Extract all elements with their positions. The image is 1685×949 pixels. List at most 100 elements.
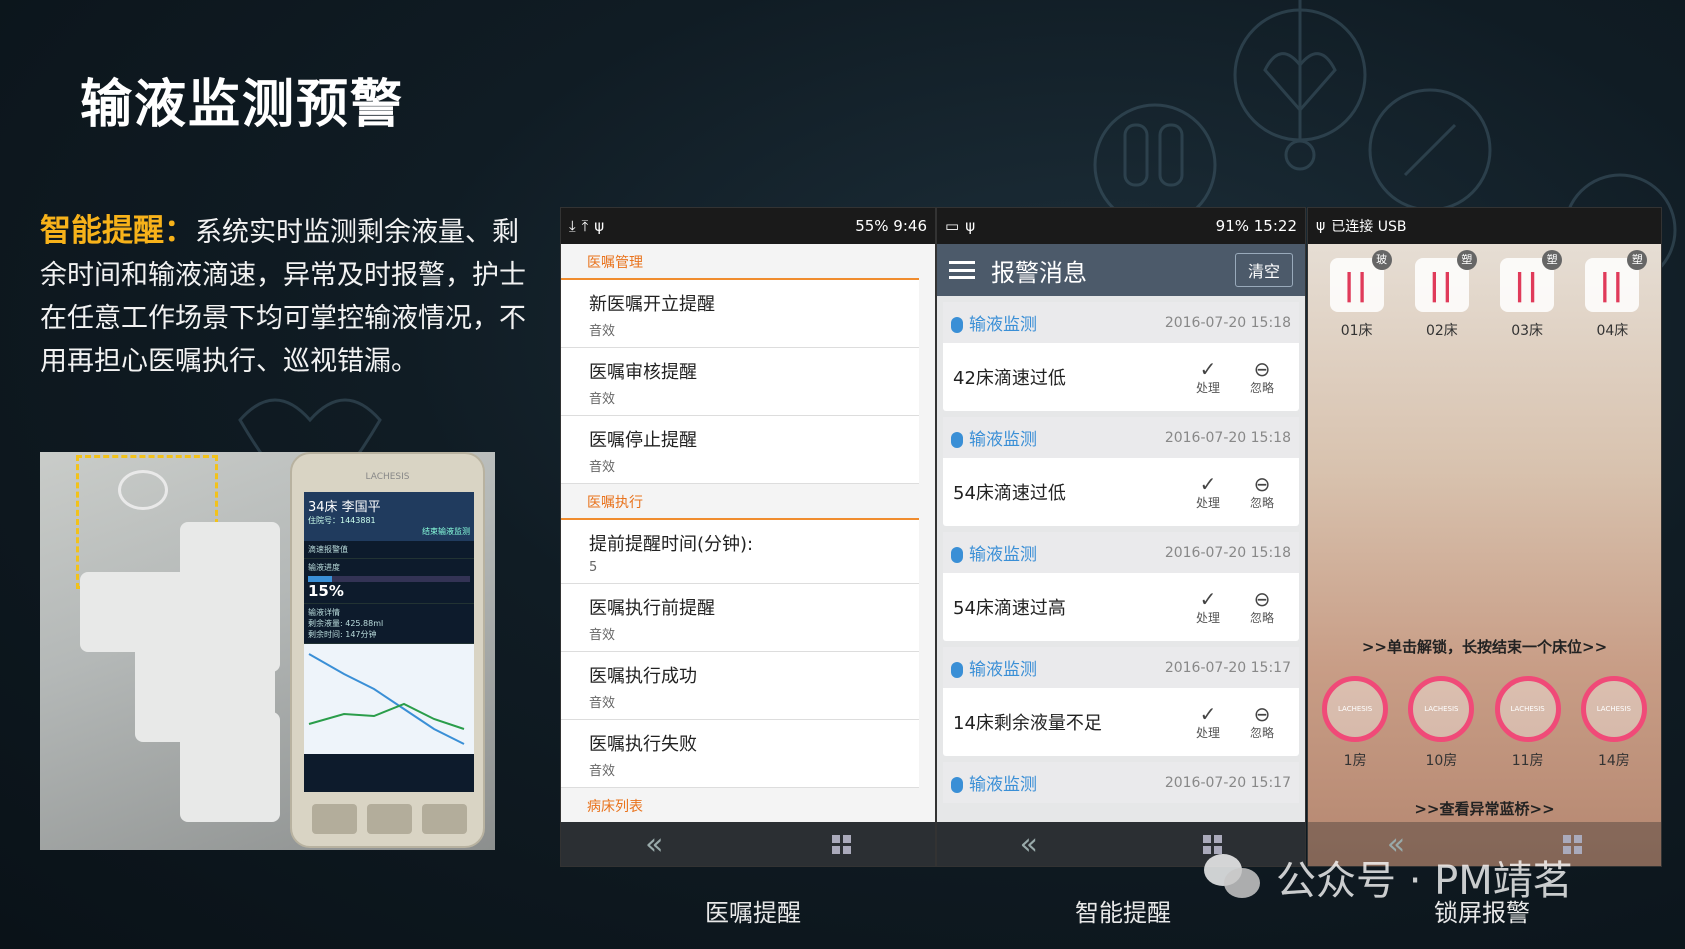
settings-item[interactable]: 提前提醒时间(分钟): 5 [561,520,919,584]
settings-item-subtitle: 音效 [589,696,616,711]
bed-item[interactable]: || 塑 03床 [1496,250,1563,340]
ignore-label: 忽略 [1249,725,1274,740]
room-label: 1房 [1343,753,1367,769]
bag-material-tag: 塑 [1456,250,1477,270]
settings-item-subtitle: 5 [589,560,598,575]
alert-type-wrap: 输液监测 [951,425,1165,450]
alert-type: 输液监测 [969,315,1037,335]
screen-lock-alarm: ψ 已连接 USB || 玻 01床 || 塑 02床 || 塑 03床 || 塑 04床 >>单击解… [1307,207,1662,867]
usb-icon: ψ [965,217,976,235]
detail-row: 输液详情 剩余液量: 425.88ml 剩余时间: 147分钟 [304,604,474,644]
room-label: 14房 [1597,753,1630,769]
bed-row: || 玻 01床 || 塑 02床 || 塑 03床 || 塑 04床 [1308,244,1661,340]
room-item[interactable]: LACHESIS 11房 [1493,676,1563,770]
status-text: 55% 9:46 [855,217,927,235]
ignore-button[interactable]: ⊖ 忽略 [1235,704,1289,741]
alert-card-body: 54床滴速过低 ✓ 处理 ⊖ 忽略 [943,458,1299,526]
remaining-time: 剩余时间: 147分钟 [308,630,377,639]
alert-type: 输液监测 [969,545,1037,565]
settings-item-subtitle: 音效 [589,460,616,475]
bridge-hint[interactable]: >>查看异常蓝桥>> [1308,798,1661,819]
room-item[interactable]: LACHESIS 14房 [1579,676,1649,770]
section-header: 病床列表 [561,788,919,824]
back-icon[interactable]: « [645,827,663,862]
ignore-circle-icon: ⊖ [1253,586,1271,611]
page-title: 输液监测预警 [80,75,405,135]
alert-card: 输液监测 2016-07-20 15:18 54床滴速过高 ✓ 处理 ⊖ 忽略 [943,532,1299,641]
alert-card-header: 输液监测 2016-07-20 15:18 [943,532,1299,573]
screen-order-reminder: ⤓ ⤒ ψ 55% 9:46 医嘱管理 新医嘱开立提醒 音效 医嘱审核提醒 音效 医嘱停止… [560,207,936,867]
settings-item-subtitle: 音效 [589,764,616,779]
apps-grid-icon[interactable] [831,834,851,854]
settings-item-subtitle: 音效 [589,324,616,339]
alert-message: 54床滴速过高 [953,598,1066,619]
room-ring-icon: LACHESIS [1408,676,1475,742]
bed-label: 01床 [1340,323,1373,339]
room-item[interactable]: LACHESIS 1房 [1320,676,1390,770]
room-ring-icon: LACHESIS [1580,676,1647,742]
handle-label: 处理 [1195,495,1220,510]
settings-item[interactable]: 医嘱执行失败 音效 [561,720,919,788]
watermark: 公众号 · PM靖茗 [1204,848,1573,906]
iv-bag-icon: || 塑 [1585,250,1648,312]
alert-time: 2016-07-20 15:17 [1164,774,1291,791]
iv-bag-icon: || 塑 [1414,250,1477,312]
bed-item[interactable]: || 塑 02床 [1411,250,1477,340]
ignore-button[interactable]: ⊖ 忽略 [1235,589,1289,626]
settings-item[interactable]: 新医嘱开立提醒 音效 [561,280,919,348]
handheld-device: LACHESIS 34床 李国平 住院号：1443881 结束输液监测 滴速报警… [290,452,485,848]
wechat-icon [1204,854,1262,900]
alarm-bars-icon: || [1599,267,1626,303]
alert-message: 54床滴速过低 [953,483,1066,504]
alert-type: 输液监测 [969,775,1037,795]
iv-hook [118,470,168,510]
settings-item-title: 医嘱执行前提醒 [589,598,715,619]
handle-button[interactable]: ✓ 处理 [1181,704,1235,741]
room-ring-icon: LACHESIS [1494,676,1561,742]
settings-item-title: 新医嘱开立提醒 [589,294,715,315]
alert-type-wrap: 输液监测 [951,655,1165,680]
handle-label: 处理 [1195,380,1220,395]
alert-card-header: 输液监测 2016-07-20 15:17 [943,762,1299,803]
settings-item[interactable]: 医嘱执行前提醒 音效 [561,584,919,652]
handle-button[interactable]: ✓ 处理 [1181,589,1235,626]
ignore-button[interactable]: ⊖ 忽略 [1235,474,1289,511]
iv-bag-icon: || 塑 [1500,250,1563,312]
handle-button[interactable]: ✓ 处理 [1181,359,1235,396]
settings-item-title: 提前提醒时间(分钟): [589,534,754,555]
handle-label: 处理 [1195,610,1220,625]
settings-item[interactable]: 医嘱停止提醒 音效 [561,416,919,484]
caption-smart-reminder: 智能提醒 [1075,899,1171,927]
location-pin-icon [951,432,963,448]
status-text: 91% 15:22 [1215,217,1297,235]
room-item[interactable]: LACHESIS 10房 [1406,676,1476,770]
ignore-button[interactable]: ⊖ 忽略 [1235,359,1289,396]
settings-item[interactable]: 医嘱执行成功 音效 [561,652,919,720]
bag-material-tag: 玻 [1371,250,1392,270]
alert-card-body: 54床滴速过高 ✓ 处理 ⊖ 忽略 [943,573,1299,641]
location-pin-icon [951,662,963,678]
app-title: 报警消息 [991,258,1087,287]
room-label: 10房 [1425,753,1458,769]
handle-button[interactable]: ✓ 处理 [1181,474,1235,511]
status-bar: ψ 已连接 USB [1308,208,1661,244]
alert-card-header: 输液监测 2016-07-20 15:18 [943,417,1299,458]
settings-item[interactable]: 医嘱审核提醒 音效 [561,348,919,416]
image-icon: ▭ [945,217,960,235]
upload-icon: ⤒ [581,217,589,235]
unlock-hint: >>单击解锁，长按结束一个床位>> [1361,638,1608,656]
menu-icon[interactable] [949,261,975,279]
watermark-text: 公众号 · PM靖茗 [1276,858,1573,904]
download-icon: ⤓ [569,217,576,235]
clear-button[interactable]: 清空 [1234,253,1293,287]
alert-message: 14床剩余液量不足 [953,713,1102,734]
device-header: 34床 李国平 住院号：1443881 结束输液监测 [304,492,474,541]
back-icon[interactable]: « [1020,827,1038,862]
location-pin-icon [951,547,963,563]
alert-time: 2016-07-20 15:17 [1164,659,1291,676]
settings-item-subtitle: 音效 [589,392,616,407]
bed-item[interactable]: || 玻 01床 [1326,250,1392,340]
status-text: 已连接 USB [1331,219,1407,235]
alert-message: 42床滴速过低 [953,368,1066,389]
bed-item[interactable]: || 塑 04床 [1581,250,1648,340]
